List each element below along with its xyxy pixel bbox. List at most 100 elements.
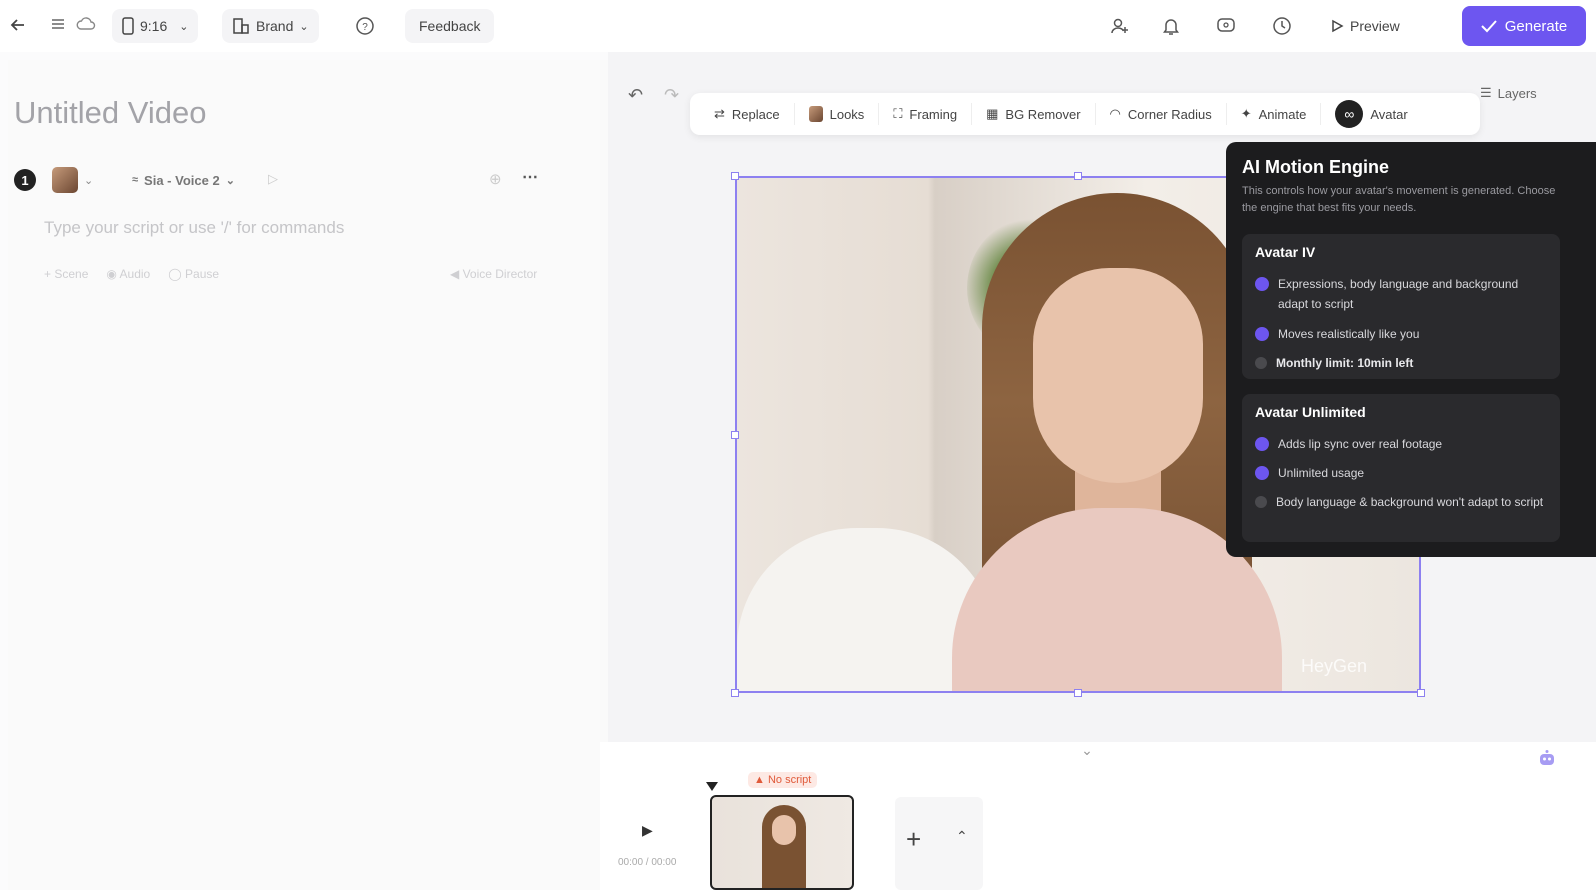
add-circle-icon[interactable]: ⊕ <box>489 170 502 188</box>
watermark: HeyGen <box>1300 656 1367 676</box>
timecode: 00:00 / 00:00 <box>618 857 677 868</box>
redo-icon: ↷ <box>664 85 680 105</box>
menu-icon <box>52 19 64 29</box>
generate-label: Generate <box>1504 17 1568 35</box>
redo-button[interactable]: ↷ <box>664 85 679 106</box>
resize-handle[interactable] <box>731 431 739 439</box>
corner-radius-button[interactable]: ◠ Corner Radius <box>1096 103 1227 125</box>
menu-button[interactable] <box>50 16 66 32</box>
comment-icon <box>1217 18 1235 32</box>
pause-label: Pause <box>185 267 220 281</box>
resize-handle[interactable] <box>1074 689 1082 697</box>
avatar-select[interactable]: ⌄ <box>52 163 108 197</box>
timeline-play-button[interactable]: ▶ <box>642 822 653 839</box>
clip-avatar-face <box>772 815 796 845</box>
no-script-warning: ▲ No script <box>748 772 818 788</box>
brand-label: Brand <box>256 18 294 34</box>
user-add-icon <box>1111 18 1128 34</box>
play-icon: ▶ <box>642 822 653 838</box>
mic-icon: ◉ <box>106 267 117 281</box>
script-actions: + Scene ◉ Audio ◯ Pause <box>44 267 219 281</box>
assistant-button[interactable] <box>1537 748 1557 773</box>
robot-icon <box>1540 750 1554 765</box>
generate-button[interactable]: Generate <box>1462 6 1586 46</box>
check-circle-icon <box>1255 466 1269 480</box>
option-title: Avatar Unlimited <box>1255 404 1366 420</box>
play-scene-icon[interactable]: ▷ <box>268 171 278 187</box>
framing-label: Framing <box>909 106 958 122</box>
feature-text: Expressions, body language and backgroun… <box>1278 277 1519 311</box>
collapse-timeline-button[interactable]: ⌄ <box>1070 742 1104 760</box>
animate-button[interactable]: ✦ Animate <box>1227 103 1322 125</box>
aspect-ratio-dropdown[interactable]: 9:16 ⌄ <box>112 9 199 43</box>
undo-icon: ↶ <box>628 85 644 105</box>
comments-button[interactable] <box>1216 16 1236 36</box>
back-button[interactable] <box>8 15 28 35</box>
script-input[interactable]: Type your script or use '/' for commands <box>44 218 344 238</box>
scene-clip[interactable] <box>710 795 854 890</box>
no-script-label: No script <box>767 774 812 786</box>
chevron-down-icon: ⌄ <box>299 20 309 33</box>
infinity-icon: ∞ <box>1335 100 1364 128</box>
help-button[interactable]: ? <box>355 16 375 36</box>
video-title[interactable]: Untitled Video <box>14 95 206 131</box>
resize-handle[interactable] <box>731 172 739 180</box>
replace-button[interactable]: ⇄ Replace <box>700 103 795 125</box>
resize-handle[interactable] <box>1417 689 1425 697</box>
pause-icon: ◯ <box>168 267 182 281</box>
brand-dropdown[interactable]: Brand ⌄ <box>222 9 319 43</box>
avatar-engine-button[interactable]: ∞ Avatar <box>1321 100 1421 128</box>
chevron-up-icon: ⌃ <box>956 828 968 844</box>
voice-select[interactable]: ≈ Sia - Voice 2 ⌄ <box>122 163 245 197</box>
looks-label: Looks <box>829 106 865 122</box>
top-bar: 9:16 ⌄ Brand ⌄ ? Feedback Preview Genera… <box>0 0 1596 52</box>
layers-button[interactable]: ☰ Layers <box>1480 85 1537 101</box>
option-title: Avatar IV <box>1255 244 1316 260</box>
expand-options-button[interactable]: ⌃ <box>956 828 968 845</box>
engine-title: AI Motion Engine <box>1242 157 1389 177</box>
check-circle-icon <box>1255 327 1269 341</box>
playhead[interactable] <box>706 782 718 791</box>
bell-icon <box>1163 19 1179 35</box>
feature-item: Monthly limit: 10min left <box>1255 353 1545 373</box>
add-scene-button[interactable]: + Scene <box>44 267 88 281</box>
animate-icon: ✦ <box>1240 106 1252 121</box>
framing-icon: ⛶ <box>893 106 903 121</box>
looks-button[interactable]: Looks <box>795 103 880 125</box>
share-button[interactable] <box>1110 16 1130 36</box>
bg-remover-button[interactable]: ▦ BG Remover <box>972 103 1096 125</box>
feature-item: Moves realistically like you <box>1255 324 1545 344</box>
engine-option-avatar-unlimited[interactable]: Avatar Unlimited Adds lip sync over real… <box>1242 394 1560 542</box>
resize-handle[interactable] <box>1074 172 1082 180</box>
pause-button[interactable]: ◯ Pause <box>168 267 219 281</box>
brand-kit-icon <box>233 18 249 34</box>
engine-description: This controls how your avatar's movement… <box>1242 185 1556 214</box>
chevron-down-icon: ⌄ <box>225 174 235 187</box>
feature-text: Adds lip sync over real footage <box>1278 437 1443 451</box>
layers-label: Layers <box>1497 85 1537 101</box>
layers-icon: ☰ <box>1480 85 1492 100</box>
feedback-button[interactable]: Feedback <box>405 9 495 43</box>
aspect-ratio-label: 9:16 <box>140 18 168 34</box>
history-button[interactable] <box>1272 16 1292 36</box>
feedback-label: Feedback <box>419 18 481 34</box>
framing-button[interactable]: ⛶ Framing <box>879 103 973 125</box>
check-circle-icon <box>1255 437 1269 451</box>
script-panel: Untitled Video 1 ⌄ ≈ Sia - Voice 2 ⌄ ▷ ⊕… <box>8 60 608 890</box>
more-options-icon[interactable]: ⋯ <box>522 167 538 187</box>
engine-option-avatar-iv[interactable]: Avatar IV Expressions, body language and… <box>1242 234 1560 379</box>
cloud-save-icon <box>76 16 96 32</box>
avatar-face <box>1033 268 1203 483</box>
voice-director-button[interactable]: ◀ Voice Director <box>450 267 537 281</box>
resize-handle[interactable] <box>731 689 739 697</box>
help-icon: ? <box>356 17 374 35</box>
chevron-down-icon: ⌄ <box>1081 742 1093 758</box>
audio-button[interactable]: ◉ Audio <box>106 267 150 281</box>
preview-button[interactable]: Preview <box>1320 9 1410 43</box>
add-scene-plus-button[interactable]: + <box>906 824 921 855</box>
corner-radius-label: Corner Radius <box>1127 106 1212 122</box>
undo-button[interactable]: ↶ <box>628 85 643 106</box>
feature-item: Body language & background won't adapt t… <box>1255 492 1545 512</box>
audio-label: Audio <box>119 267 151 281</box>
notifications-button[interactable] <box>1162 16 1180 36</box>
